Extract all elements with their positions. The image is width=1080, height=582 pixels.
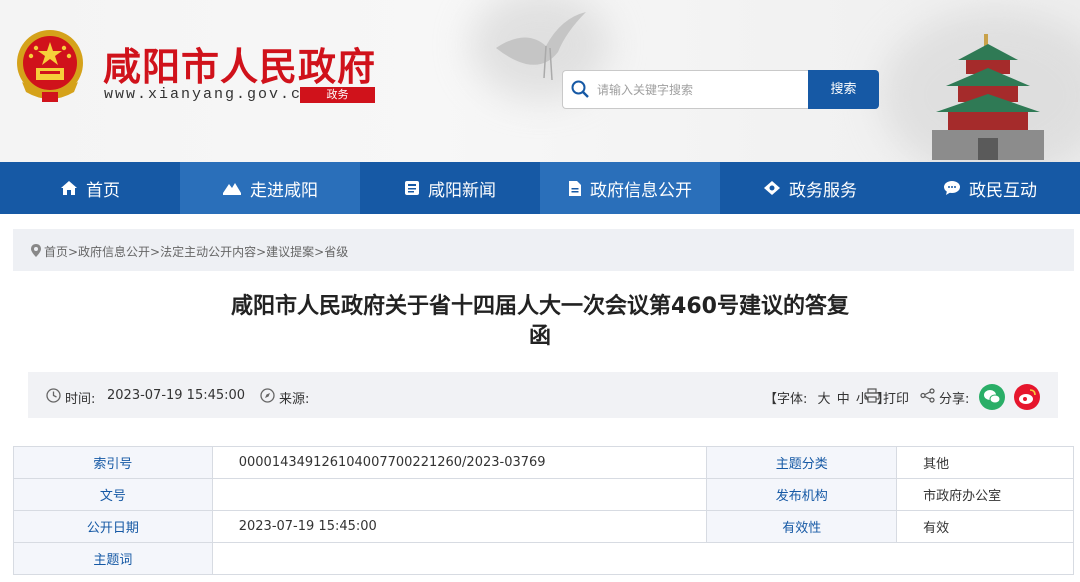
nav-item-label: 走进咸阳 [250,180,318,201]
keywords-value [211,542,1075,575]
font-label: 【字体: [764,392,808,407]
nav-item-home[interactable]: 首页 [0,162,180,214]
nav-item-public-interaction[interactable]: 政民互动 [900,162,1080,214]
search-box [562,70,808,109]
index-number-label: 索引号 [13,446,213,479]
publish-time-value: 2023-07-19 15:45:00 [107,388,246,403]
site-header: 咸阳市人民政府 www.xianyang.gov.cn 政务 搜索 [0,0,1080,162]
document-info-table: 索引号 000014349126104007700221260/2023-037… [13,446,1075,575]
breadcrumb: 首页>政府信息公开>法定主动公开内容>建议提案>省级 [13,229,1074,271]
print-icon[interactable] [864,388,880,403]
article-title-line: 函 [528,324,551,349]
article-title: 咸阳市人民政府关于省十四届人大一次会议第460号建议的答复 函 [190,292,890,352]
site-title[interactable]: 咸阳市人民政府 [103,36,376,91]
share-label: 分享: [939,392,970,407]
main-nav: 首页 走进咸阳 咸阳新闻 政府信息公开 政务服务 政民互动 [0,162,1080,214]
weibo-share-button[interactable] [1014,384,1040,410]
font-medium-button[interactable]: 中 [837,392,850,407]
topic-category-label: 主题分类 [706,446,898,479]
font-large-button[interactable]: 大 [818,392,831,407]
publisher-label: 发布机构 [706,478,898,511]
weibo-icon [1019,389,1036,404]
site-tag-badge: 政务 [300,87,375,103]
nav-item-gov-services[interactable]: 政务服务 [720,162,900,214]
nav-item-label: 政务服务 [789,180,857,201]
table-row: 主题词 [13,542,1075,575]
publish-date-label: 公开日期 [13,510,213,543]
mountain-icon [223,183,241,195]
nav-item-news[interactable]: 咸阳新闻 [360,162,540,214]
chat-icon [944,181,960,195]
document-number-label: 文号 [13,478,213,511]
table-row: 索引号 000014349126104007700221260/2023-037… [13,446,1074,479]
article-title-line: 咸阳市人民政府关于省十四届人大一次会议第460号建议的答复 [231,294,849,319]
national-emblem-icon[interactable] [12,26,88,108]
search-icon [571,80,589,98]
table-row: 文号 发布机构 市政府办公室 [13,478,1074,511]
article-meta-bar: 时间: 2023-07-19 15:45:00 来源: 【字体: 大 中 小 】… [28,372,1058,418]
share-icon [920,388,935,403]
publisher-value: 市政府办公室 [896,478,1074,511]
nav-item-label: 政民互动 [969,180,1037,201]
compass-icon [260,388,275,403]
wechat-share-button[interactable] [979,384,1005,410]
home-icon [61,181,77,195]
site-url: www.xianyang.gov.cn [104,86,314,103]
search-button[interactable]: 搜索 [808,70,879,109]
nav-item-about-xianyang[interactable]: 走进咸阳 [180,162,360,214]
topic-category-value: 其他 [896,446,1074,479]
breadcrumb-text[interactable]: 首页>政府信息公开>法定主动公开内容>建议提案>省级 [44,243,348,260]
wechat-icon [984,390,1001,404]
validity-label: 有效性 [706,510,898,543]
service-icon [764,181,780,195]
news-icon [405,181,419,195]
clock-icon [46,388,61,403]
document-number-value [211,478,708,511]
validity-value: 有效 [896,510,1074,543]
nav-item-gov-info-disclosure[interactable]: 政府信息公开 [540,162,720,214]
keywords-label: 主题词 [13,542,213,575]
nav-item-label: 首页 [86,180,120,201]
location-pin-icon [31,244,41,257]
search-input[interactable] [597,79,802,101]
nav-item-label: 咸阳新闻 [428,180,496,201]
index-number-value: 000014349126104007700221260/2023-03769 [211,446,708,479]
document-icon [569,180,581,196]
nav-item-label: 政府信息公开 [590,180,692,201]
bell-tower-icon [932,34,1044,160]
print-button[interactable]: 打印 [883,388,909,407]
publish-date-value: 2023-07-19 15:45:00 [211,510,708,543]
table-row: 公开日期 2023-07-19 15:45:00 有效性 有效 [13,510,1074,543]
source-label: 来源: [279,392,310,407]
publish-time-label: 时间: [65,392,96,407]
